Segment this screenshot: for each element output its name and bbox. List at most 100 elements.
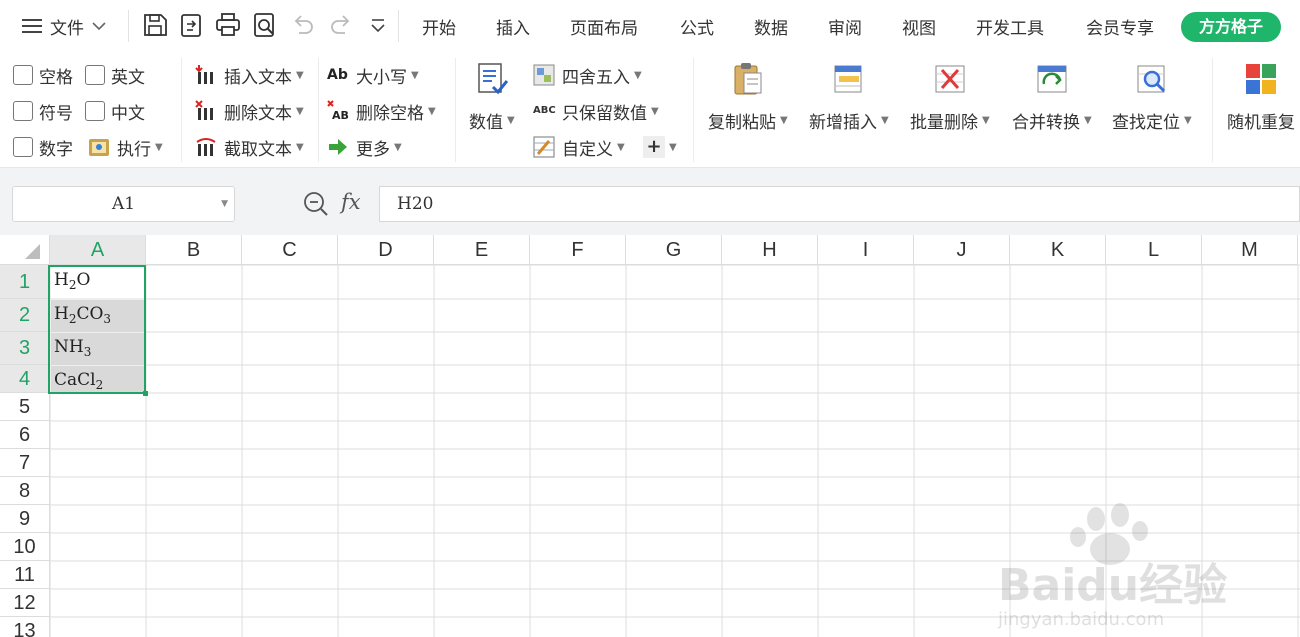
checkbox-box[interactable] [85, 101, 105, 121]
row-header-10[interactable]: 10 [0, 533, 50, 561]
number-format-icon [476, 62, 509, 96]
row-header-12[interactable]: 12 [0, 589, 50, 617]
insert-text-label: 插入文本 [224, 67, 292, 88]
custom-icon [533, 136, 555, 158]
tab-member[interactable]: 会员专享 [1086, 14, 1154, 39]
row-header-4[interactable]: 4 [0, 365, 50, 393]
fill-handle[interactable] [143, 391, 148, 396]
print-icon[interactable] [214, 11, 242, 39]
checkbox-symbol[interactable]: 符号 [13, 98, 73, 124]
tab-page-layout[interactable]: 页面布局 [570, 14, 638, 39]
checkbox-number[interactable]: 数字 [13, 134, 73, 160]
caret-icon: ▼ [411, 69, 419, 81]
checkbox-box[interactable] [13, 137, 33, 157]
ribbon: 空格 英文 符号 中文 数字 执行 ▼ 插入文本 ▼ 删除文本 ▼ 截取文本 ▼… [0, 52, 1300, 168]
row-header-13[interactable]: 13 [0, 617, 50, 637]
column-header-k[interactable]: K [1010, 235, 1106, 265]
zoom-icon[interactable] [302, 190, 330, 218]
checkbox-label: 数字 [39, 139, 73, 160]
save-icon[interactable] [141, 11, 169, 39]
merge-icon [1036, 62, 1068, 96]
checkbox-box[interactable] [13, 101, 33, 121]
select-all-corner[interactable] [0, 235, 50, 265]
tab-review[interactable]: 审阅 [828, 14, 862, 39]
redo-icon[interactable] [327, 11, 355, 39]
row-header-2[interactable]: 2 [0, 299, 50, 332]
checkbox-label: 英文 [111, 67, 145, 88]
add-button[interactable]: + ▼ [643, 134, 677, 160]
column-header-j[interactable]: J [914, 235, 1010, 265]
column-header-g[interactable]: G [626, 235, 722, 265]
checkbox-english[interactable]: 英文 [85, 62, 145, 88]
row-header-5[interactable]: 5 [0, 393, 50, 421]
tab-insert[interactable]: 插入 [496, 14, 530, 39]
row-header-1[interactable]: 1 [0, 265, 50, 299]
name-box[interactable]: A1 ▼ [12, 186, 235, 222]
tab-formulas[interactable]: 公式 [680, 14, 714, 39]
more-button[interactable]: 更多 ▼ [327, 134, 402, 160]
find-locate-button[interactable]: 查找定位 ▼ [1112, 62, 1192, 133]
more-icon[interactable] [364, 11, 392, 39]
keep-value-button[interactable]: ABC 只保留数值 ▼ [533, 98, 659, 124]
random-repeat-button[interactable]: 随机重复 [1227, 62, 1295, 133]
merge-convert-button[interactable]: 合并转换 ▼ [1012, 62, 1092, 133]
caret-icon: ▼ [634, 69, 642, 81]
tab-start[interactable]: 开始 [422, 14, 456, 39]
export-icon[interactable] [177, 11, 205, 39]
divider [128, 10, 129, 42]
round-button[interactable]: 四舍五入 ▼ [533, 62, 642, 88]
column-header-e[interactable]: E [434, 235, 530, 265]
dropdown-arrow-icon[interactable]: ▼ [221, 187, 228, 221]
checkbox-box[interactable] [85, 65, 105, 85]
caret-icon: ▼ [296, 69, 304, 81]
delete-space-button[interactable]: AB 删除空格 ▼ [327, 98, 436, 124]
tab-view[interactable]: 视图 [902, 14, 936, 39]
case-button[interactable]: Ab 大小写 ▼ [327, 62, 419, 88]
arrow-right-icon [327, 136, 349, 158]
row-header-6[interactable]: 6 [0, 421, 50, 449]
tab-developer[interactable]: 开发工具 [976, 14, 1044, 39]
column-header-b[interactable]: B [146, 235, 242, 265]
function-icon[interactable]: fx [341, 190, 361, 214]
print-preview-icon[interactable] [251, 11, 279, 39]
execute-button[interactable]: 执行 ▼ [88, 134, 163, 160]
column-header-c[interactable]: C [242, 235, 338, 265]
row-header-3[interactable]: 3 [0, 332, 50, 365]
tab-data[interactable]: 数据 [754, 14, 788, 39]
checkbox-box[interactable] [13, 65, 33, 85]
column-header-i[interactable]: I [818, 235, 914, 265]
insert-text-icon [195, 64, 217, 86]
insert-new-button[interactable]: 新增插入 ▼ [809, 62, 889, 133]
column-header-a[interactable]: A [50, 235, 146, 265]
copy-paste-button[interactable]: 复制粘贴 ▼ [708, 62, 788, 133]
insert-text-button[interactable]: 插入文本 ▼ [195, 62, 304, 88]
undo-icon[interactable] [289, 11, 317, 39]
magnifier-icon [1136, 62, 1168, 96]
caret-icon: ▼ [617, 141, 625, 153]
file-menu[interactable]: 文件 [22, 12, 106, 40]
checkbox-space[interactable]: 空格 [13, 62, 73, 88]
row-header-11[interactable]: 11 [0, 561, 50, 589]
row-header-7[interactable]: 7 [0, 449, 50, 477]
row-header-8[interactable]: 8 [0, 477, 50, 505]
column-header-l[interactable]: L [1106, 235, 1202, 265]
delete-text-button[interactable]: 删除文本 ▼ [195, 98, 304, 124]
tab-fangfang-gezi[interactable]: 方方格子 [1181, 12, 1281, 42]
number-button[interactable]: 数值 ▼ [469, 62, 515, 133]
delete-space-label: 删除空格 [356, 103, 424, 124]
caret-icon: ▼ [669, 141, 677, 153]
extract-text-button[interactable]: 截取文本 ▼ [195, 134, 304, 160]
custom-button[interactable]: 自定义 ▼ [533, 134, 625, 160]
random-repeat-label: 随机重复 [1227, 113, 1295, 133]
column-header-m[interactable]: M [1202, 235, 1298, 265]
formula-input[interactable]: H20 [379, 186, 1300, 222]
row-header-9[interactable]: 9 [0, 505, 50, 533]
column-header-f[interactable]: F [530, 235, 626, 265]
batch-delete-button[interactable]: 批量删除 ▼ [910, 62, 990, 133]
custom-label: 自定义 [562, 139, 613, 160]
column-header-d[interactable]: D [338, 235, 434, 265]
column-header-h[interactable]: H [722, 235, 818, 265]
checkbox-chinese[interactable]: 中文 [85, 98, 145, 124]
keep-value-label: 只保留数值 [562, 103, 647, 124]
sheet-grid: ABCDEFGHIJKLM 1 2 3 4 5 6 7 8 9 10 11 12 13 H2O H2CO3… [0, 235, 1300, 637]
